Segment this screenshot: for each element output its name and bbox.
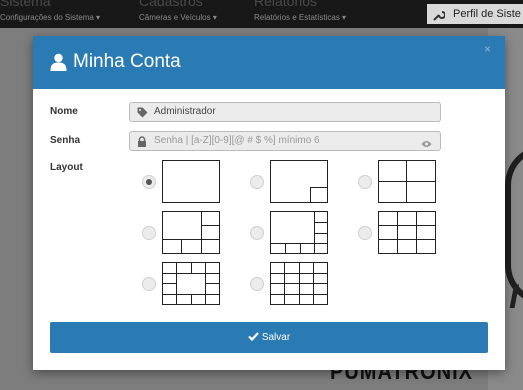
menu-label: Câmeras e Veículos ▾	[139, 13, 217, 22]
layout-radio[interactable]	[358, 175, 372, 189]
layout-radio[interactable]	[142, 226, 156, 240]
menu-label: Relatórios e Estatísticas ▾	[254, 13, 347, 22]
tag-icon	[137, 107, 148, 125]
name-field[interactable]: Administrador	[129, 102, 441, 122]
user-icon	[50, 53, 67, 76]
layout-pip-preview	[270, 160, 328, 203]
layout-radio[interactable]	[250, 175, 264, 189]
name-value: Administrador	[154, 106, 216, 117]
layout-9-preview	[378, 211, 436, 254]
layout-radio[interactable]	[250, 226, 264, 240]
layout-label: Layout	[50, 162, 83, 173]
background-logo-letter: I	[509, 278, 519, 316]
layout-1-preview	[162, 160, 220, 203]
layout-radio[interactable]	[142, 175, 156, 189]
password-field[interactable]: Senha | [a-Z][0-9][@ # $ %] mínimo 6	[129, 131, 441, 151]
wrench-icon	[433, 8, 446, 24]
layout-6-preview	[162, 211, 220, 254]
layout-16-preview	[270, 262, 328, 305]
eye-icon[interactable]	[421, 137, 432, 155]
name-label: Nome	[50, 106, 78, 117]
layout-radio[interactable]	[142, 277, 156, 291]
profile-label: Perfil de Siste	[453, 8, 521, 20]
menu-label: Configurações do Sistema ▾	[0, 13, 101, 22]
layout-8-preview	[270, 211, 328, 254]
layout-4-preview	[378, 160, 436, 203]
password-placeholder: Senha | [a-Z][0-9][@ # $ %] mínimo 6	[154, 135, 320, 146]
layout-radio[interactable]	[250, 277, 264, 291]
menu-title: Relatórios	[254, 0, 318, 9]
modal-title: Minha Conta	[73, 51, 181, 72]
save-label: Salvar	[261, 332, 291, 343]
layout-13-preview	[162, 262, 220, 305]
save-button[interactable]: Salvar	[50, 322, 488, 353]
top-navbar: Sistema Configurações do Sistema ▾ Cadas…	[0, 0, 523, 28]
menu-title: Cadastros	[139, 0, 203, 9]
check-icon	[248, 332, 259, 341]
lock-icon	[137, 136, 147, 154]
modal-header: Minha Conta ×	[33, 36, 505, 89]
close-button[interactable]: ×	[484, 42, 491, 56]
menu-title: Sistema	[0, 0, 51, 9]
profile-menu[interactable]: Perfil de Siste	[427, 4, 523, 24]
layout-radio[interactable]	[358, 226, 372, 240]
account-modal: Minha Conta × Nome Administrador Senha S…	[33, 36, 505, 370]
password-label: Senha	[50, 135, 81, 146]
